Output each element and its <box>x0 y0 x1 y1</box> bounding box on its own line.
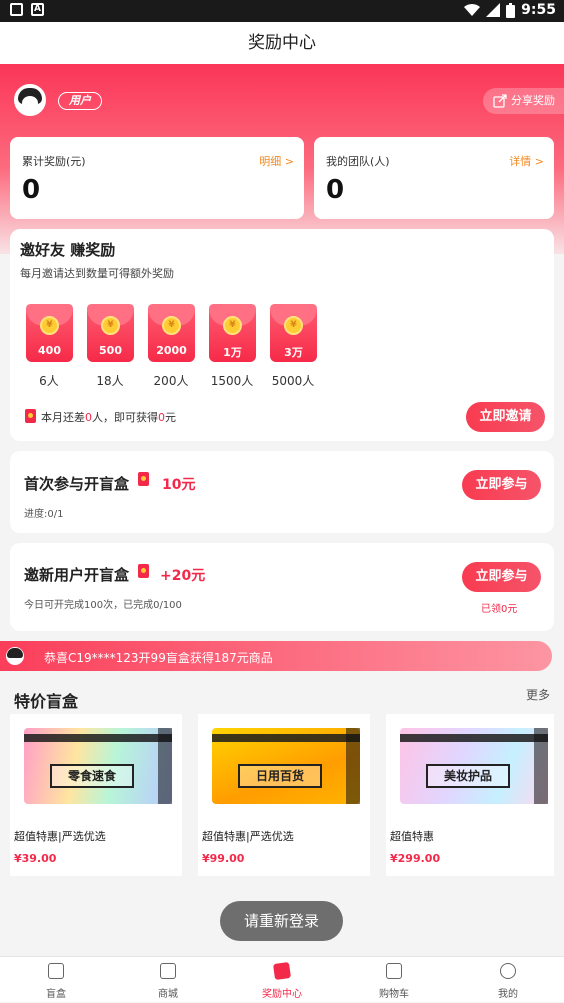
box-label: 日用百货 <box>238 764 322 788</box>
box-icon <box>48 963 64 979</box>
product-price: ¥299.00 <box>390 852 441 865</box>
box-label: 零食速食 <box>50 764 134 788</box>
coin-icon: ¥ <box>223 316 242 335</box>
invite-title: 邀好友 赚奖励 <box>20 241 116 259</box>
tab-label: 盲盒 <box>46 989 66 1000</box>
claimed-amount: 已领0元 <box>481 604 518 615</box>
reward-envelope: ¥400 <box>26 304 73 362</box>
share-reward-label: 分享奖励 <box>511 94 555 107</box>
banner-avatar <box>6 647 24 665</box>
task-amount: +20元 <box>160 568 206 584</box>
product-price: ¥39.00 <box>14 852 57 865</box>
envelope-amount: 400 <box>38 344 61 357</box>
bag-icon <box>160 963 176 979</box>
box-label: 美妆护品 <box>426 764 510 788</box>
coin-icon: ¥ <box>40 316 59 335</box>
total-reward-card: 累计奖励(元) 明细 > 0 <box>10 137 304 219</box>
banner-text: 恭喜C19****123开99盲盒获得187元商品 <box>44 651 273 665</box>
task-amount: 10元 <box>162 477 196 493</box>
invite-progress-note: 本月还差0人，即可获得0元 <box>41 411 176 424</box>
tier-people: 1500人 <box>210 374 254 388</box>
tab-cart[interactable]: 购物车 <box>338 957 450 1003</box>
my-team-label: 我的团队(人) <box>326 155 390 168</box>
task-title: 首次参与开盲盒 <box>24 475 130 493</box>
signal-icon <box>486 3 501 17</box>
coin-icon: ¥ <box>284 316 303 335</box>
product-price: ¥99.00 <box>202 852 245 865</box>
avatar[interactable] <box>14 84 46 116</box>
coin-icon: ¥ <box>101 316 120 335</box>
redpacket-icon <box>138 564 149 578</box>
tab-label: 商城 <box>158 989 178 1000</box>
user-tag: 用户 <box>58 92 102 110</box>
task-progress: 今日可开完成100次，已完成0/100 <box>24 600 182 611</box>
clock: 9:55 <box>521 2 556 18</box>
product-image: 零食速食 <box>10 714 182 816</box>
tier-people: 18人 <box>96 374 124 388</box>
person-icon <box>500 963 516 979</box>
my-team-value: 0 <box>326 175 345 205</box>
reward-envelope: ¥1万 <box>209 304 256 362</box>
more-link[interactable]: 更多 <box>526 686 550 703</box>
tier-people: 200人 <box>153 374 189 388</box>
reward-envelope: ¥3万 <box>270 304 317 362</box>
tier-people: 6人 <box>39 374 59 388</box>
page-title: 奖励中心 <box>0 22 564 64</box>
relogin-toast: 请重新登录 <box>220 901 343 941</box>
product-card[interactable]: 日用百货 超值特惠|严选优选 ¥99.00 <box>198 714 370 876</box>
status-bar: A 9:55 <box>0 0 564 22</box>
task-title: 邀新用户开盲盒 <box>24 566 130 584</box>
envelope-amount: 1万 <box>223 346 242 359</box>
product-card[interactable]: 零食速食 超值特惠|严选优选 ¥39.00 <box>10 714 182 876</box>
total-reward-value: 0 <box>22 175 41 205</box>
task-card-first: 首次参与开盲盒 10元 进度:0/1 立即参与 <box>10 451 554 533</box>
tab-label: 奖励中心 <box>262 989 302 1000</box>
envelope-amount: 2000 <box>156 344 187 357</box>
redpacket-icon <box>272 961 292 981</box>
join-button[interactable]: 立即参与 <box>462 562 541 592</box>
share-icon <box>493 94 507 108</box>
total-reward-label: 累计奖励(元) <box>22 155 86 168</box>
tab-mine[interactable]: 我的 <box>452 957 564 1003</box>
tab-blindbox[interactable]: 盲盒 <box>0 957 112 1003</box>
reward-envelope: ¥500 <box>87 304 134 362</box>
product-name: 超值特惠|严选优选 <box>202 830 294 843</box>
envelope-amount: 500 <box>99 344 122 357</box>
tab-label: 我的 <box>498 989 518 1000</box>
product-image: 美妆护品 <box>386 714 554 816</box>
app-notification-icon: A <box>31 3 44 16</box>
reward-envelope: ¥2000 <box>148 304 195 362</box>
product-card[interactable]: 美妆护品 超值特惠 ¥299.00 <box>386 714 554 876</box>
coin-icon: ¥ <box>162 316 181 335</box>
cart-icon <box>386 963 402 979</box>
envelope-amount: 3万 <box>284 346 303 359</box>
product-name: 超值特惠 <box>390 830 434 843</box>
section-title: 特价盲盒 <box>14 692 79 711</box>
redpacket-icon <box>25 409 36 423</box>
tier-people: 5000人 <box>271 374 315 388</box>
join-button[interactable]: 立即参与 <box>462 470 541 500</box>
team-detail-link[interactable]: 详情 > <box>509 153 544 169</box>
tab-mall[interactable]: 商城 <box>112 957 224 1003</box>
winner-banner: 恭喜C19****123开99盲盒获得187元商品 <box>0 641 552 671</box>
invite-card: 邀好友 赚奖励 每月邀请达到数量可得额外奖励 ¥400 ¥500 ¥2000 ¥… <box>10 229 554 441</box>
product-image: 日用百货 <box>198 714 370 816</box>
bottom-tab-bar: 盲盒 商城 奖励中心 购物车 我的 <box>0 956 564 1002</box>
battery-icon <box>506 2 516 18</box>
product-name: 超值特惠|严选优选 <box>14 830 106 843</box>
invite-subtitle: 每月邀请达到数量可得额外奖励 <box>20 267 174 280</box>
tab-label: 购物车 <box>379 989 409 1000</box>
invite-now-button[interactable]: 立即邀请 <box>466 402 545 432</box>
task-card-invite: 邀新用户开盲盒 +20元 今日可开完成100次，已完成0/100 立即参与 已领… <box>10 543 554 631</box>
task-progress: 进度:0/1 <box>24 509 64 520</box>
redpacket-icon <box>138 472 149 486</box>
tab-rewards[interactable]: 奖励中心 <box>226 957 338 1003</box>
wifi-icon <box>464 3 481 16</box>
share-reward-button[interactable]: 分享奖励 <box>483 88 564 114</box>
reward-detail-link[interactable]: 明细 > <box>259 153 294 169</box>
my-team-card: 我的团队(人) 详情 > 0 <box>314 137 554 219</box>
notification-icon <box>10 3 23 16</box>
